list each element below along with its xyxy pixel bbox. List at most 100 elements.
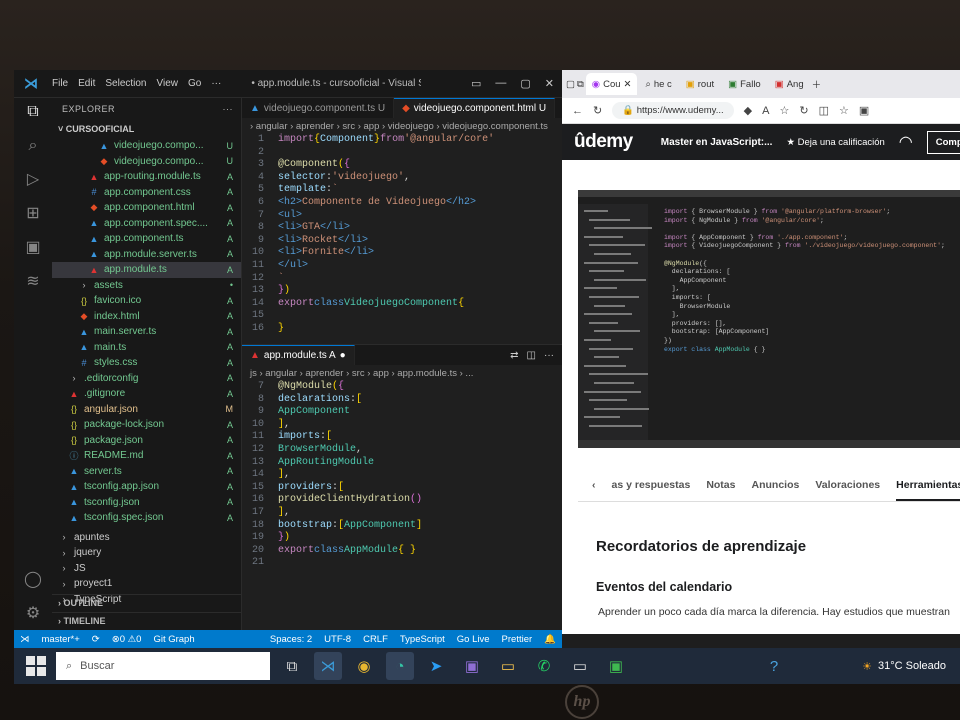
folder-item[interactable]: › JS [52, 561, 241, 577]
tab-videojuego-html[interactable]: ◆ videojuego.component.html U [394, 98, 556, 118]
task-view-icon[interactable]: ⧉ [278, 652, 306, 680]
file-item[interactable]: ◆ index.html A [52, 309, 241, 325]
course-video[interactable]: import { BrowserModule } from '@angular/… [578, 190, 960, 448]
remote-icon[interactable]: ▣ [25, 240, 40, 256]
vscode-taskbar-icon[interactable]: ⋊ [314, 652, 342, 680]
whatsapp-taskbar-icon[interactable]: ✆ [530, 652, 558, 680]
file-item[interactable]: › assets • [52, 278, 241, 294]
tab-qa[interactable]: as y respuestas [612, 479, 691, 491]
favorites-icon[interactable]: ☆ [839, 104, 849, 117]
menu-view[interactable]: View [157, 78, 179, 89]
refresh-icon[interactable]: ↻ [799, 104, 808, 117]
search-icon[interactable]: ⌕ [29, 138, 38, 154]
file-item[interactable]: {} favicon.ico A [52, 293, 241, 309]
notifications-icon[interactable]: 🔔 [544, 634, 556, 645]
chrome-taskbar-icon[interactable]: ◉ [350, 652, 378, 680]
telegram-taskbar-icon[interactable]: ➤ [422, 652, 450, 680]
outline-section[interactable]: › OUTLINE [52, 594, 241, 611]
breadcrumb[interactable]: › angular › aprender › src › app › video… [242, 118, 562, 134]
progress-trophy-icon[interactable]: ◠ [899, 132, 913, 152]
project-root[interactable]: ˅ CURSOOFICIAL [52, 120, 241, 138]
file-item[interactable]: ⓘ README.md A [52, 448, 241, 464]
folder-item[interactable]: › jquery [52, 545, 241, 561]
git-branch[interactable]: master*+ [42, 634, 80, 645]
file-item[interactable]: ▲ tsconfig.json A [52, 495, 241, 511]
folder-item[interactable]: › apuntes [52, 530, 241, 546]
close-icon[interactable]: ✕ [545, 77, 554, 90]
more-actions-icon[interactable]: ··· [544, 350, 554, 361]
extension-icon[interactable]: ◆ [744, 104, 752, 117]
tab-reviews[interactable]: Valoraciones [815, 479, 880, 491]
file-item[interactable]: ▲ main.ts A [52, 340, 241, 356]
docker-icon[interactable]: ≋ [26, 274, 39, 290]
address-bar[interactable]: 🔒 https://www.udemy... [612, 102, 734, 119]
encoding-setting[interactable]: UTF-8 [324, 634, 351, 645]
edge-taskbar-icon[interactable]: ◔ [386, 652, 414, 680]
file-item[interactable]: ▲ app.module.ts A [52, 262, 241, 278]
git-graph-button[interactable]: Git Graph [153, 634, 194, 645]
unsaved-dot-icon[interactable]: ● [340, 350, 346, 361]
settings-gear-icon[interactable]: ⚙ [26, 606, 40, 622]
browser-tab[interactable]: ▣ Fallo [722, 73, 767, 95]
menu-go[interactable]: Go [188, 78, 201, 89]
file-item[interactable]: ▲ videojuego.compo... U [52, 138, 241, 154]
browser-tab[interactable]: ▣ Ang [769, 73, 810, 95]
workspaces-icon[interactable]: ▢ [566, 79, 575, 90]
back-icon[interactable]: ← [572, 105, 583, 117]
weather-widget[interactable]: ☀ 31°C Soleado [862, 660, 946, 673]
file-explorer-taskbar-icon[interactable]: ▭ [494, 652, 522, 680]
maximize-icon[interactable]: ▢ [520, 77, 530, 90]
layout-icon[interactable]: ▭ [471, 77, 481, 90]
help-icon[interactable]: ? [760, 652, 788, 680]
favorite-icon[interactable]: ☆ [779, 104, 789, 117]
tab-app-module[interactable]: ▲ app.module.ts A ● [242, 345, 355, 365]
menu-more[interactable]: ··· [211, 78, 221, 89]
compare-icon[interactable]: ⇄ [510, 350, 518, 361]
file-item[interactable]: # app.component.css A [52, 185, 241, 201]
file-item[interactable]: ▲ tsconfig.app.json A [52, 479, 241, 495]
course-title[interactable]: Master en JavaScript:... [661, 137, 773, 148]
file-item[interactable]: {} angular.json M [52, 402, 241, 418]
file-item[interactable]: ◆ videojuego.compo... U [52, 154, 241, 170]
menu-edit[interactable]: Edit [78, 78, 95, 89]
file-item[interactable]: ▲ .gitignore A [52, 386, 241, 402]
problems-indicator[interactable]: ⊗0 ⚠0 [112, 634, 142, 645]
tab-tools[interactable]: Herramientas [896, 479, 960, 501]
indentation-setting[interactable]: Spaces: 2 [270, 634, 312, 645]
read-aloud-icon[interactable]: A [762, 105, 769, 117]
eol-setting[interactable]: CRLF [363, 634, 388, 645]
file-item[interactable]: {} package.json A [52, 433, 241, 449]
folder-item[interactable]: › proyect1 [52, 576, 241, 592]
file-item[interactable]: ▲ app.component.spec.... A [52, 216, 241, 232]
sync-icon[interactable]: ⟳ [92, 634, 100, 645]
browser-tab-udemy[interactable]: ◉ Cou ✕ [585, 73, 638, 95]
tab-actions-icon[interactable]: ⧉ [577, 79, 584, 90]
timeline-section[interactable]: › TIMELINE [52, 612, 241, 629]
file-item[interactable]: ▲ server.ts A [52, 464, 241, 480]
extensions-icon[interactable]: ⊞ [26, 206, 39, 222]
breadcrumb[interactable]: js › angular › aprender › src › app › ap… [242, 365, 562, 381]
collections-icon[interactable]: ▣ [859, 104, 869, 117]
tab-announcements[interactable]: Anuncios [752, 479, 800, 491]
run-debug-icon[interactable]: ▷ [27, 172, 39, 188]
menu-selection[interactable]: Selection [105, 78, 146, 89]
tab-videojuego-ts[interactable]: ▲ videojuego.component.ts U [242, 98, 395, 118]
split-editor-icon[interactable]: ◫ [527, 350, 536, 361]
file-item[interactable]: ▲ app.component.ts A [52, 231, 241, 247]
jetbrains-taskbar-icon[interactable]: ▣ [458, 652, 486, 680]
go-live-button[interactable]: Go Live [457, 634, 490, 645]
prettier-button[interactable]: Prettier [502, 634, 533, 645]
more-actions-icon[interactable]: ··· [223, 104, 234, 114]
tabs-prev-icon[interactable]: ‹ [592, 479, 596, 491]
refresh-icon[interactable]: ↻ [593, 104, 602, 117]
remote-indicator-icon[interactable]: ⋊ [20, 634, 30, 645]
browser-tab[interactable]: ⌕ he c [639, 73, 677, 95]
file-item[interactable]: ▲ main.server.ts A [52, 324, 241, 340]
code-pane-bottom[interactable]: 7 @NgModule({ 8 declarations: [ 9 AppComp… [242, 381, 562, 570]
split-screen-icon[interactable]: ◫ [819, 104, 829, 117]
menu-file[interactable]: File [52, 78, 68, 89]
udemy-logo[interactable]: ûdemy [574, 131, 633, 153]
new-tab-icon[interactable]: ＋ [812, 77, 822, 91]
share-button[interactable]: Compartir [926, 130, 960, 154]
tab-notes[interactable]: Notas [706, 479, 735, 491]
